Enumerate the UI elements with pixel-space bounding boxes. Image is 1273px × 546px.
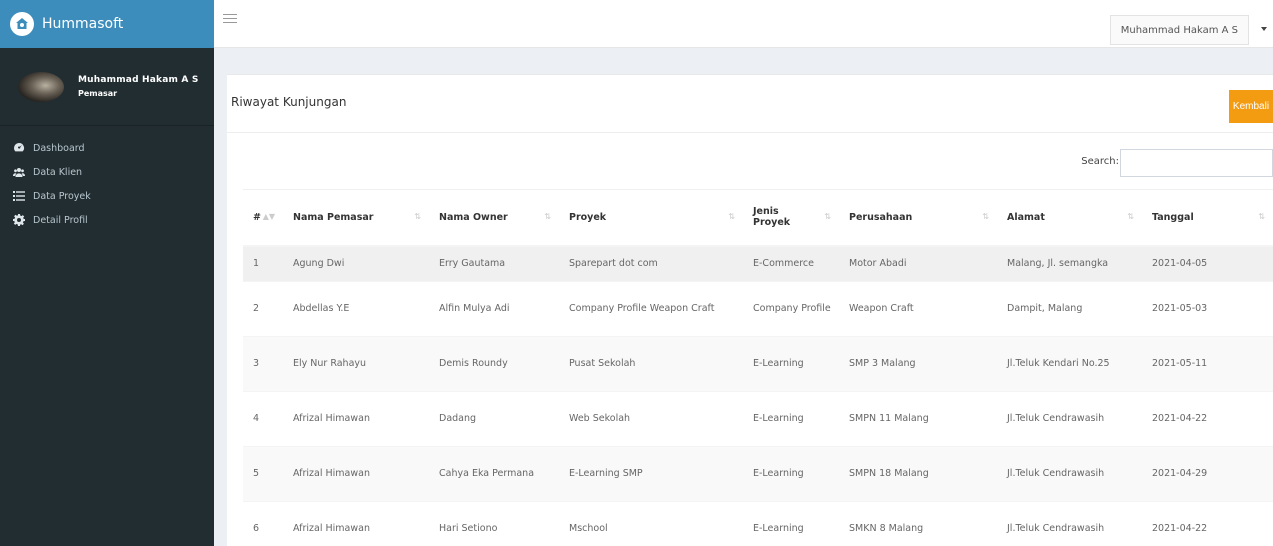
column-header[interactable]: # ▲▼ (243, 189, 283, 247)
search-input[interactable] (1120, 149, 1273, 177)
sidebar-item-detail-profil[interactable]: Detail Profil (0, 208, 214, 232)
user-menu-label: Muhammad Hakam A S (1120, 24, 1238, 36)
visit-table: # ▲▼ Nama Pemasar ⇅ Nama Owner ⇅ Proyek ⇅ Je… (243, 189, 1273, 546)
table-cell: Jl.Teluk Kendari No.25 (997, 336, 1142, 392)
table-row: 6 Afrizal Himawan Hari Setiono Mschool E-Lea… (243, 501, 1273, 546)
table-cell: Pusat Sekolah (559, 336, 743, 392)
table-cell: Motor Abadi (839, 245, 997, 282)
table-row: 4 Afrizal Himawan Dadang Web Sekolah E-Learn… (243, 391, 1273, 447)
table-cell: Web Sekolah (559, 391, 743, 447)
table-cell: Ely Nur Rahayu (283, 336, 429, 392)
table-cell: Erry Gautama (429, 245, 559, 282)
sidebar-item-data-klien[interactable]: Data Klien (0, 160, 214, 184)
table-cell: Cahya Eka Permana (429, 446, 559, 502)
table-cell: E-Learning (743, 501, 839, 546)
brand-name: Hummasoft (42, 16, 124, 32)
table-cell: Demis Roundy (429, 336, 559, 392)
table-cell: Weapon Craft (839, 281, 997, 337)
table-cell: Agung Dwi (283, 245, 429, 282)
table-cell: Jl.Teluk Cendrawasih (997, 501, 1142, 546)
table-cell: Afrizal Himawan (283, 446, 429, 502)
table-cell: SMPN 18 Malang (839, 446, 997, 502)
table-cell: E-Commerce (743, 245, 839, 282)
list-icon (12, 189, 26, 203)
sidebar-item-label: Dashboard (33, 142, 85, 154)
table-cell: Dampit, Malang (997, 281, 1142, 337)
visit-history-box: Riwayat Kunjungan Kembali Search: # ▲▼ N… (227, 74, 1273, 546)
table-body: 1 Agung Dwi Erry Gautama Sparepart dot com E… (243, 245, 1273, 546)
user-menu-button[interactable]: Muhammad Hakam A S (1109, 15, 1249, 45)
main-content: Riwayat Kunjungan Kembali Search: # ▲▼ N… (214, 48, 1273, 546)
table-cell: Dadang (429, 391, 559, 447)
table-cell: Sparepart dot com (559, 245, 743, 282)
table-cell: SMP 3 Malang (839, 336, 997, 392)
table-cell: 2 (243, 281, 283, 337)
sidebar-item-data-proyek[interactable]: Data Proyek (0, 184, 214, 208)
column-header[interactable]: Tanggal ⇅ (1142, 189, 1273, 247)
chevron-down-icon[interactable] (1261, 27, 1267, 31)
table-cell: Mschool (559, 501, 743, 546)
top-navbar: Muhammad Hakam A S (214, 0, 1273, 48)
table-cell: Abdellas Y.E (283, 281, 429, 337)
table-cell: Company Profile Weapon Craft (559, 281, 743, 337)
column-header[interactable]: Perusahaan ⇅ (839, 189, 997, 247)
table-cell: 2021-04-05 (1142, 245, 1273, 282)
sidebar-item-label: Detail Profil (33, 214, 88, 226)
column-header[interactable]: Nama Pemasar ⇅ (283, 189, 429, 247)
sidebar-item-label: Data Proyek (33, 190, 91, 202)
table-cell: E-Learning (743, 336, 839, 392)
sidebar-item-label: Data Klien (33, 166, 83, 178)
table-cell: 2021-05-11 (1142, 336, 1273, 392)
table-row: 1 Agung Dwi Erry Gautama Sparepart dot com E… (243, 245, 1273, 282)
table-cell: SMPN 11 Malang (839, 391, 997, 447)
search-label: Search: (1081, 156, 1119, 167)
table-row: 2 Abdellas Y.E Alfin Mulya Adi Company Prof… (243, 281, 1273, 337)
page-title: Riwayat Kunjungan (231, 95, 347, 109)
sidebar: Hummasoft Muhammad Hakam A S Pemasar Das… (0, 0, 214, 546)
box-header: Riwayat Kunjungan Kembali (227, 75, 1273, 133)
table-cell: Jl.Teluk Cendrawasih (997, 446, 1142, 502)
table-cell: 1 (243, 245, 283, 282)
avatar (18, 71, 64, 102)
table-cell: 6 (243, 501, 283, 546)
sidebar-item-dashboard[interactable]: Dashboard (0, 136, 214, 160)
table-cell: Company Profile (743, 281, 839, 337)
brand-logo[interactable]: Hummasoft (0, 0, 214, 48)
gear-icon (12, 213, 26, 227)
table-row: 3 Ely Nur Rahayu Demis Roundy Pusat Sekolah… (243, 336, 1273, 392)
menu-toggle-icon[interactable] (223, 14, 237, 28)
table-cell: 5 (243, 446, 283, 502)
table-cell: E-Learning (743, 391, 839, 447)
column-header[interactable]: Proyek ⇅ (559, 189, 743, 247)
column-header[interactable]: Alamat ⇅ (997, 189, 1142, 247)
table-row: 5 Afrizal Himawan Cahya Eka Permana E-Learn… (243, 446, 1273, 502)
user-role: Pemasar (78, 89, 118, 98)
table-cell: 4 (243, 391, 283, 447)
table-cell: Malang, Jl. semangka (997, 245, 1142, 282)
table-cell: Alfin Mulya Adi (429, 281, 559, 337)
table-cell: 2021-04-29 (1142, 446, 1273, 502)
column-header[interactable]: Jenis Proyek ⇅ (743, 189, 839, 247)
column-header[interactable]: Nama Owner ⇅ (429, 189, 559, 247)
table-cell: Afrizal Himawan (283, 391, 429, 447)
search-row: Search: (227, 147, 1273, 179)
sidebar-menu: Dashboard Data Klien Data Proyek Detail … (0, 136, 214, 232)
table-cell: 2021-05-03 (1142, 281, 1273, 337)
users-icon (12, 165, 26, 179)
table-cell: E-Learning (743, 446, 839, 502)
table-cell: E-Learning SMP (559, 446, 743, 502)
table-cell: SMKN 8 Malang (839, 501, 997, 546)
table-cell: Hari Setiono (429, 501, 559, 546)
user-panel: Muhammad Hakam A S Pemasar (0, 48, 214, 126)
table-header-row: # ▲▼ Nama Pemasar ⇅ Nama Owner ⇅ Proyek ⇅ Je… (243, 189, 1273, 247)
table-cell: Afrizal Himawan (283, 501, 429, 546)
logo-icon (10, 12, 34, 36)
table-cell: Jl.Teluk Cendrawasih (997, 391, 1142, 447)
user-name: Muhammad Hakam A S (78, 75, 199, 85)
back-button[interactable]: Kembali (1229, 90, 1273, 123)
table-cell: 2021-04-22 (1142, 391, 1273, 447)
dashboard-icon (12, 141, 26, 155)
table-cell: 2021-04-22 (1142, 501, 1273, 546)
table-cell: 3 (243, 336, 283, 392)
